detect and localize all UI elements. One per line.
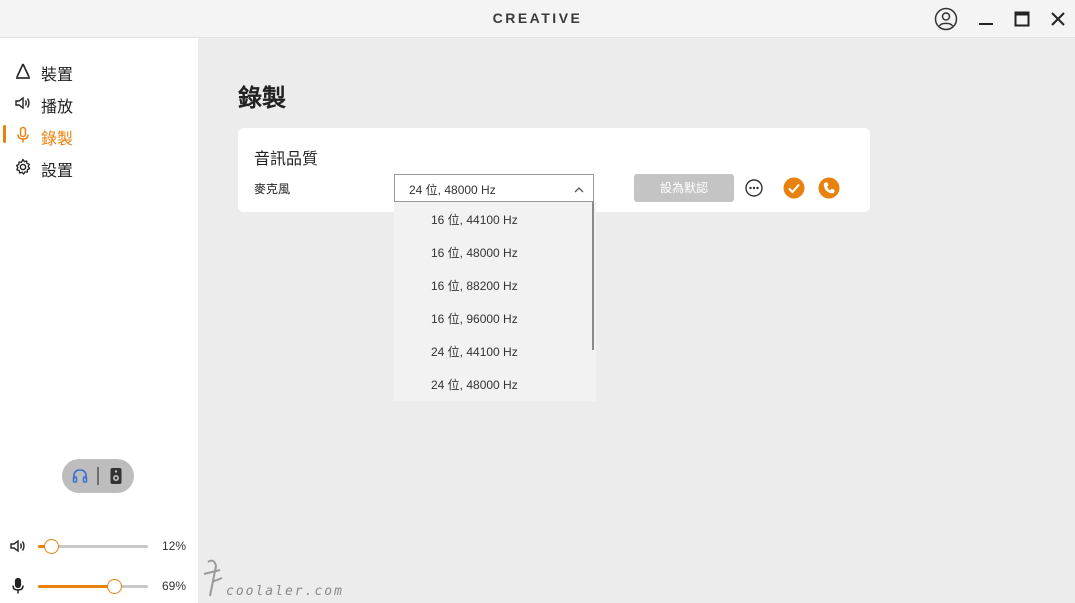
app-brand: CREATIVE — [492, 10, 583, 26]
close-icon[interactable] — [1044, 5, 1072, 33]
dropdown-option-label: 24 位, 48000 Hz — [431, 378, 518, 392]
mic-volume-knob[interactable] — [106, 579, 122, 594]
headphones-icon[interactable] — [71, 467, 89, 485]
card-title: 音訊品質 — [254, 149, 319, 168]
volume-knob[interactable] — [44, 539, 60, 554]
dropdown-scrollbar[interactable] — [592, 202, 594, 350]
title-bar: CREATIVE — [0, 0, 1075, 38]
default-check-icon[interactable] — [783, 177, 805, 199]
dropdown-option-label: 16 位, 88200 Hz — [431, 279, 518, 293]
minimize-icon[interactable] — [972, 5, 1000, 33]
dropdown-option[interactable]: 16 位, 48000 Hz — [394, 235, 592, 268]
quality-select-value: 24 位, 48000 Hz — [409, 183, 496, 197]
quality-select[interactable]: 24 位, 48000 Hz — [394, 174, 594, 202]
gear-icon — [14, 158, 32, 176]
dropdown-option[interactable]: 16 位, 44100 Hz — [394, 202, 592, 235]
speaker-icon[interactable] — [107, 467, 125, 485]
microphone-label: 麥克風 — [254, 182, 291, 196]
set-default-button[interactable]: 設為默認 — [634, 174, 734, 202]
dropdown-option-label: 16 位, 48000 Hz — [431, 246, 518, 260]
mic-volume-percent: 69% — [162, 579, 187, 593]
sidebar-item-label: 設置 — [41, 161, 74, 180]
maximize-icon[interactable] — [1008, 5, 1036, 33]
toggle-divider — [97, 467, 99, 485]
sidebar-item-label: 裝置 — [41, 65, 74, 84]
sidebar: 裝置 播放 錄製 設置 12% 69% — [0, 38, 198, 603]
dropdown-option-label: 24 位, 44100 Hz — [431, 345, 518, 359]
output-toggle[interactable] — [62, 459, 134, 493]
communication-phone-icon[interactable] — [818, 177, 840, 199]
speaker-volume-icon — [9, 537, 27, 555]
sidebar-item-recording[interactable]: 錄製 — [0, 119, 198, 149]
playback-volume: 12% — [0, 534, 198, 558]
mic-volume-slider[interactable] — [38, 579, 148, 594]
chevron-up-icon — [573, 183, 585, 195]
sidebar-item-label: 錄製 — [41, 129, 74, 148]
dropdown-option-label: 16 位, 44100 Hz — [431, 213, 518, 227]
sidebar-item-device[interactable]: 裝置 — [0, 55, 198, 85]
watermark-text: coolaler.com — [226, 584, 344, 599]
sidebar-item-settings[interactable]: 設置 — [0, 151, 198, 181]
volume-slider[interactable] — [38, 539, 148, 554]
more-options-icon[interactable] — [743, 177, 765, 199]
sidebar-item-label: 播放 — [41, 97, 74, 116]
dropdown-option[interactable]: 24 位, 44100 Hz — [394, 334, 592, 367]
speaker-icon — [14, 94, 32, 112]
mic-volume-fill — [38, 585, 114, 588]
watermark: coolaler.com — [200, 556, 350, 601]
dropdown-option-label: 16 位, 96000 Hz — [431, 312, 518, 326]
device-icon — [14, 62, 32, 80]
account-icon[interactable] — [932, 5, 960, 33]
dropdown-option[interactable]: 24 位, 48000 Hz — [394, 367, 592, 400]
quality-dropdown-list: 16 位, 44100 Hz 16 位, 48000 Hz 16 位, 8820… — [394, 202, 596, 401]
microphone-icon — [9, 577, 27, 595]
audio-quality-card: 音訊品質 麥克風 24 位, 48000 Hz 設為默認 — [238, 128, 870, 212]
sidebar-item-playback[interactable]: 播放 — [0, 87, 198, 117]
volume-percent: 12% — [162, 539, 187, 553]
dropdown-option[interactable]: 16 位, 88200 Hz — [394, 268, 592, 301]
microphone-icon — [14, 126, 32, 144]
active-indicator — [3, 125, 6, 143]
mic-volume: 69% — [0, 574, 198, 598]
page-title: 錄製 — [238, 84, 286, 112]
dropdown-option[interactable]: 16 位, 96000 Hz — [394, 301, 592, 334]
